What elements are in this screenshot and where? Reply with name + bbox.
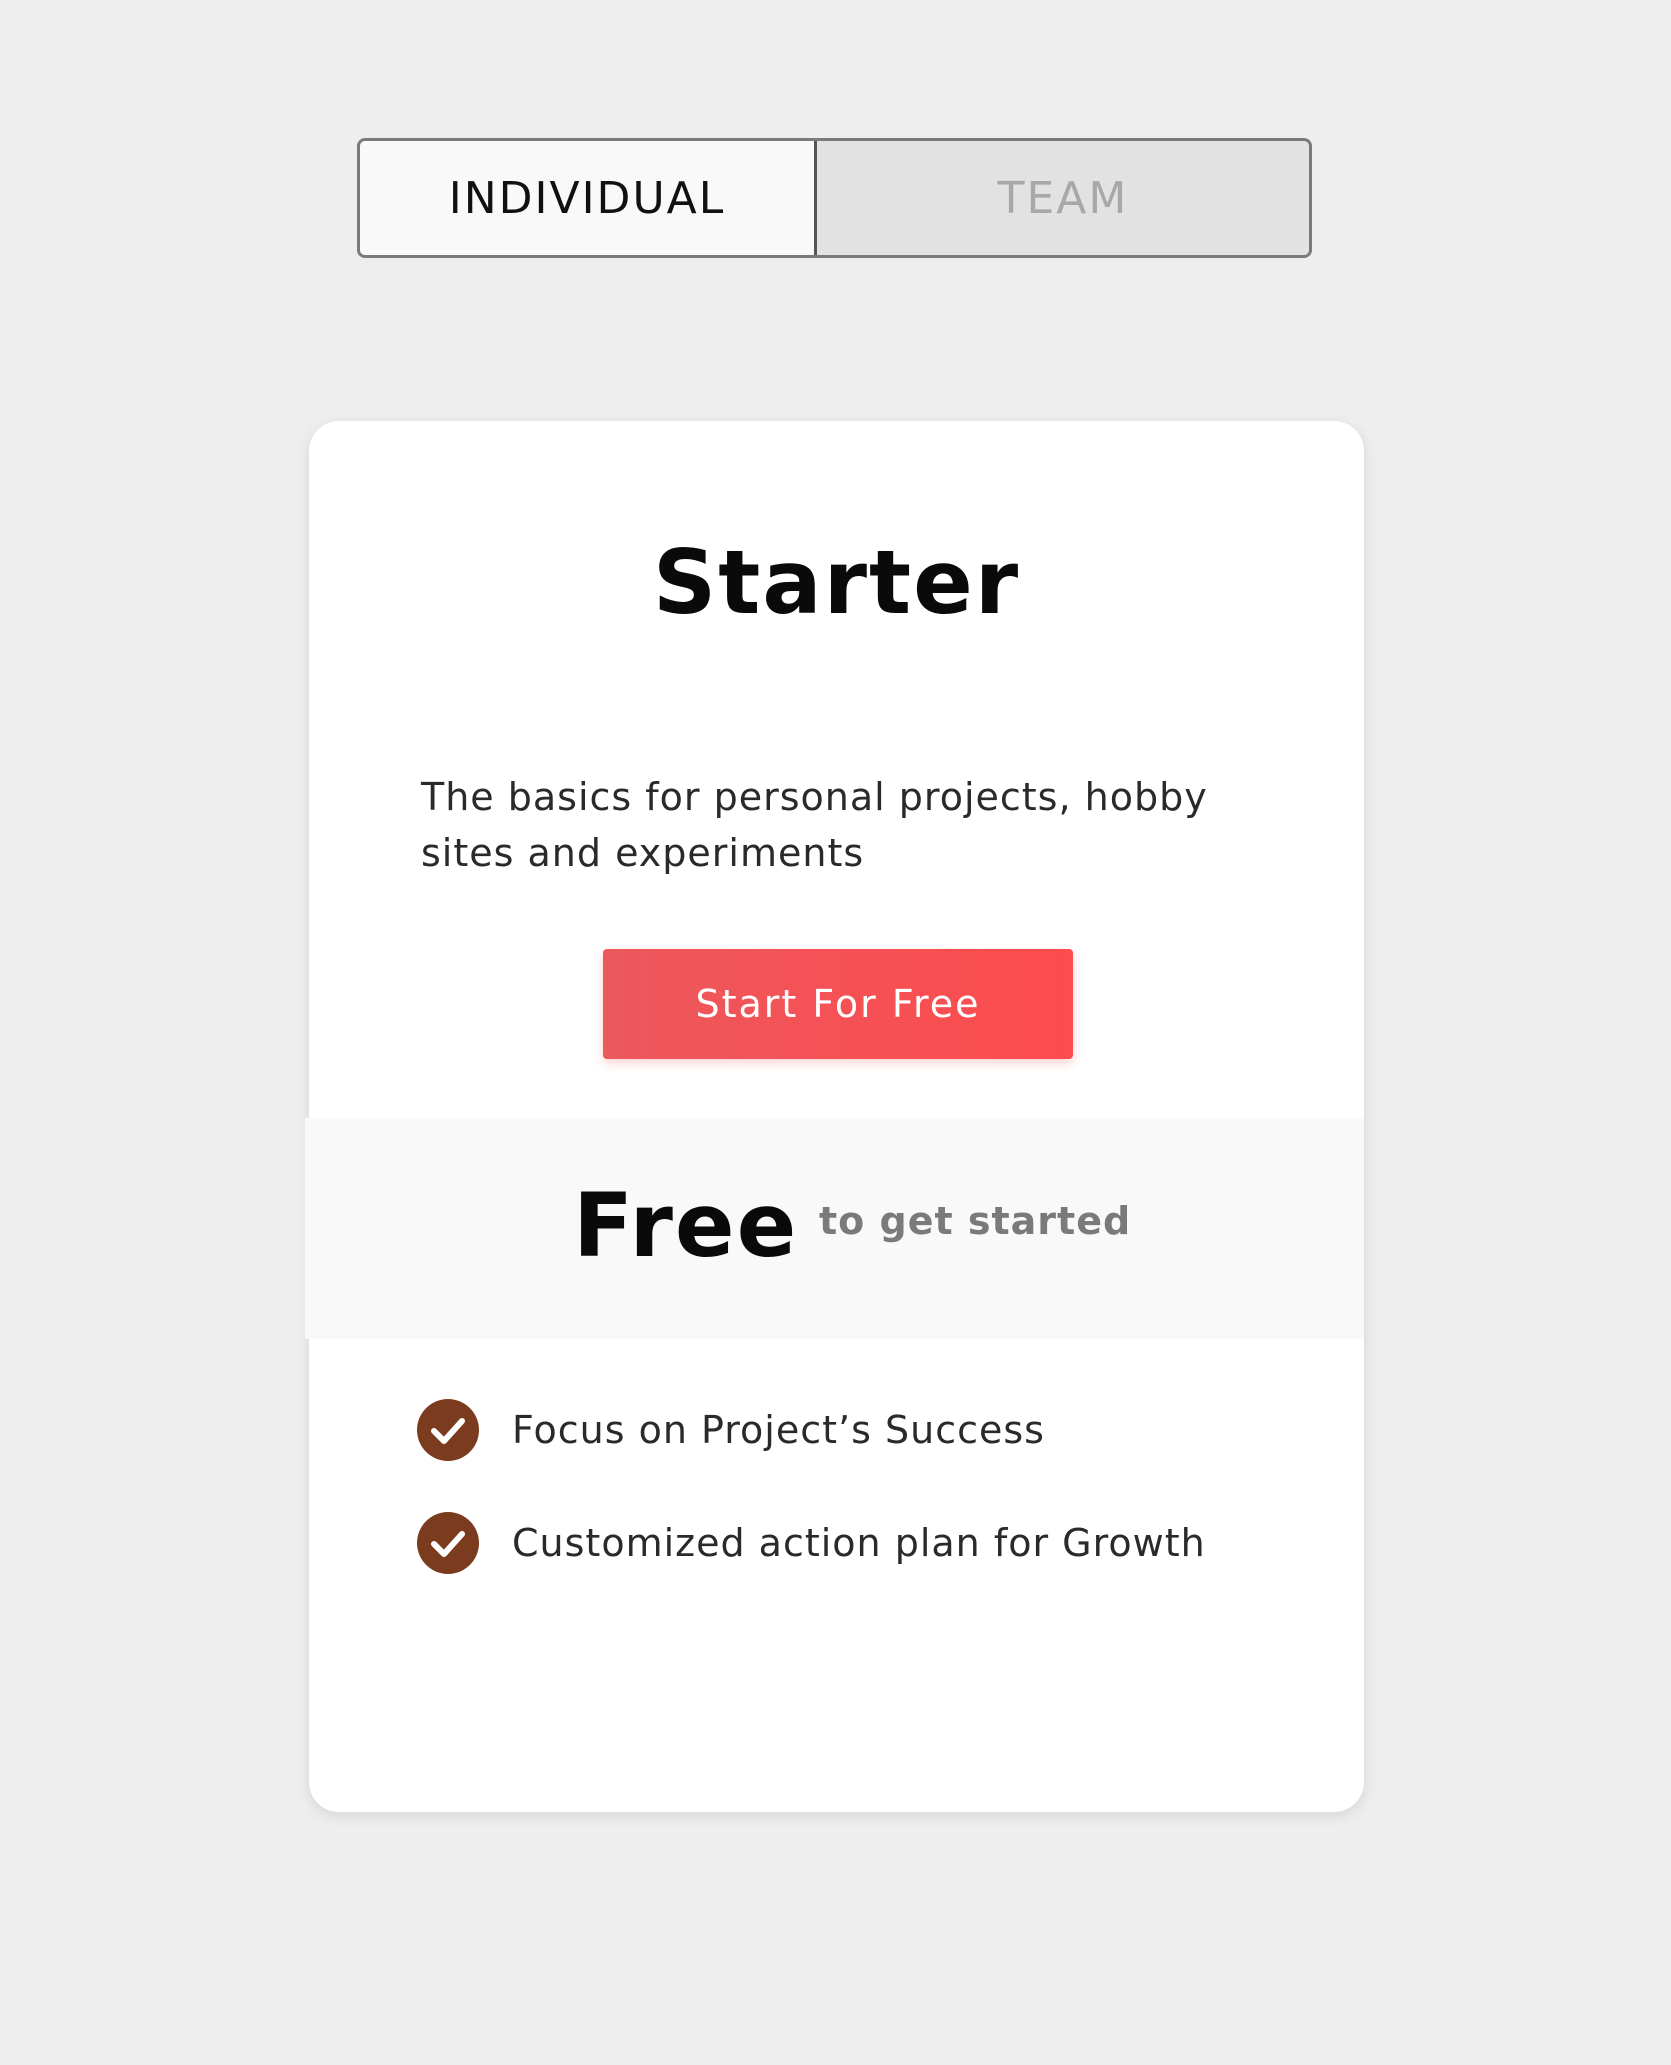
toggle-team[interactable]: TEAM <box>817 141 1309 255</box>
toggle-individual[interactable]: INDIVIDUAL <box>360 141 817 255</box>
pricing-card: Starter The basics for personal projects… <box>305 421 1364 1812</box>
plan-type-toggle: INDIVIDUAL TEAM <box>357 138 1312 258</box>
feature-text: Customized action plan for Growth <box>512 1521 1206 1565</box>
price-value: Free <box>573 1174 799 1277</box>
check-circle-icon <box>417 1399 479 1461</box>
price-section: Free to get started <box>305 1118 1364 1339</box>
feature-list: Focus on Project’s Success Customized ac… <box>417 1399 1206 1625</box>
plan-description: The basics for personal projects, hobby … <box>421 775 1208 875</box>
start-for-free-button[interactable]: Start For Free <box>603 949 1073 1059</box>
feature-text: Focus on Project’s Success <box>512 1408 1045 1452</box>
feature-item: Focus on Project’s Success <box>417 1399 1206 1461</box>
feature-item: Customized action plan for Growth <box>417 1512 1206 1574</box>
price-note: to get started <box>819 1199 1132 1243</box>
check-circle-icon <box>417 1512 479 1574</box>
plan-title: Starter <box>652 531 1021 634</box>
